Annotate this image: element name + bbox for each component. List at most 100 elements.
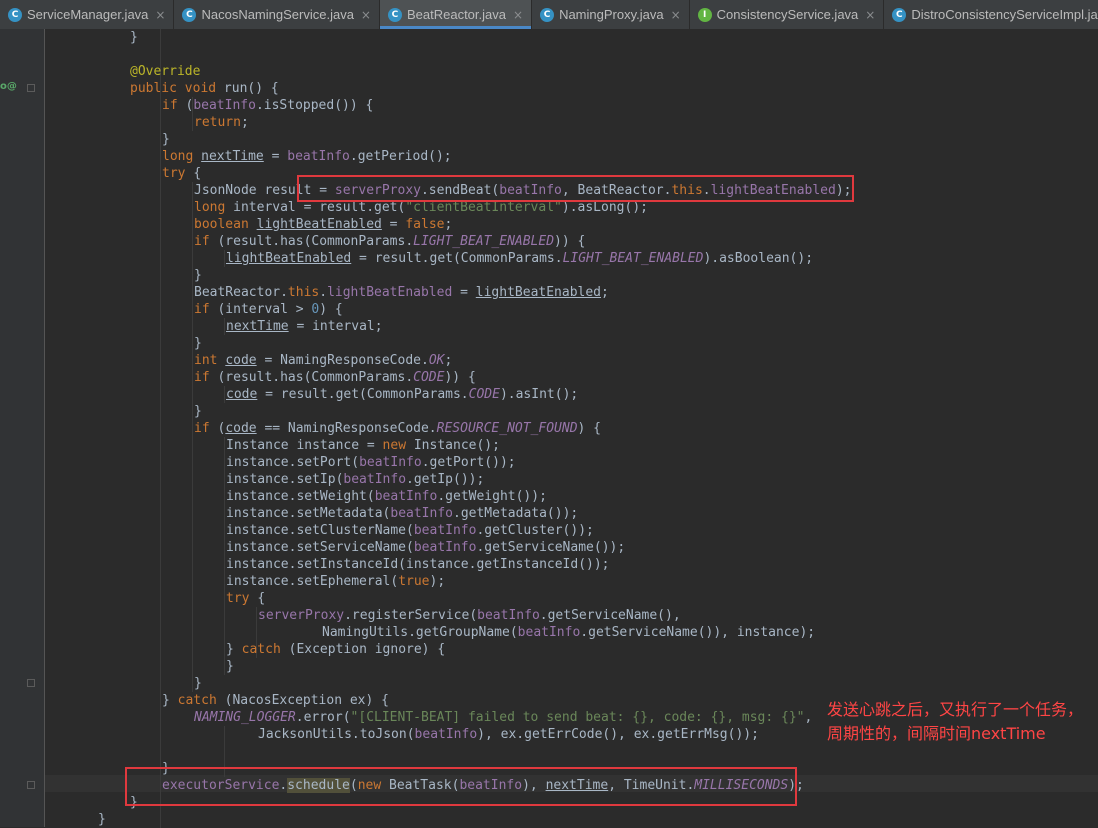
fold-marker-icon[interactable] [27, 781, 35, 789]
code-token: ).asLong(); [561, 200, 648, 215]
code-token: } [226, 642, 242, 657]
code-token: beatInfo [193, 98, 256, 113]
fold-marker-icon[interactable] [27, 84, 35, 92]
code-line[interactable]: int code = NamingResponseCode.OK; [194, 352, 452, 369]
code-line[interactable]: boolean lightBeatEnabled = false; [194, 216, 452, 233]
code-line[interactable]: if (result.has(CommonParams.CODE)) { [194, 369, 476, 386]
code-token: NAMING_LOGGER [194, 710, 296, 725]
code-token: } [130, 30, 138, 45]
code-line[interactable]: } [194, 675, 202, 692]
code-line[interactable]: BeatReactor.this.lightBeatEnabled = ligh… [194, 284, 609, 301]
code-token: .getServiceName()), instance); [580, 625, 816, 640]
code-line[interactable]: instance.setIp(beatInfo.getIp()); [226, 471, 484, 488]
override-gutter-icon[interactable]: o@ [0, 81, 17, 92]
code-line[interactable]: @Override [130, 63, 200, 80]
code-line[interactable]: } [98, 811, 106, 828]
code-token: .isStopped()) { [255, 98, 374, 113]
code-token: instance.setClusterName( [226, 523, 414, 538]
code-line[interactable]: if (code == NamingResponseCode.RESOURCE_… [194, 420, 601, 437]
code-token: = [381, 217, 406, 232]
code-line[interactable]: } [130, 29, 138, 46]
code-token: catch [241, 642, 289, 657]
code-token: code [225, 421, 257, 436]
code-token: interval = result.get( [233, 200, 406, 215]
tab-consistencyservice[interactable]: I ConsistencyService.java × [690, 0, 885, 29]
close-icon[interactable]: × [361, 8, 371, 22]
code-line[interactable]: code = result.get(CommonParams.CODE).asI… [226, 386, 578, 403]
code-line[interactable]: } [194, 403, 202, 420]
code-token: Instance(); [413, 438, 500, 453]
code-line[interactable]: if (result.has(CommonParams.LIGHT_BEAT_E… [194, 233, 585, 250]
code-line[interactable]: NAMING_LOGGER.error("[CLIENT-BEAT] faile… [194, 709, 812, 726]
tab-beatreactor[interactable]: C BeatReactor.java × [379, 0, 533, 29]
code-line[interactable]: NamingUtils.getGroupName(beatInfo.getSer… [322, 624, 815, 641]
annotation-note: 发送心跳之后，又执行了一个任务， 周期性的，间隔时间nextTime [827, 698, 1095, 746]
code-token: instance.setMetadata( [226, 506, 391, 521]
close-icon[interactable]: × [155, 8, 165, 22]
editor-tab-bar: C ServiceManager.java × C NacosNamingService… [0, 0, 1098, 30]
code-token: run() { [223, 81, 279, 96]
code-line[interactable]: return; [194, 114, 249, 131]
code-line[interactable]: } catch (Exception ignore) { [226, 641, 445, 658]
code-token: CODE [468, 387, 500, 402]
code-line[interactable]: instance.setPort(beatInfo.getPort()); [226, 454, 516, 471]
code-token: = NamingResponseCode. [256, 353, 429, 368]
code-token: ).asBoolean(); [703, 251, 814, 266]
code-token: ) { [319, 302, 343, 317]
code-token: ; [444, 217, 453, 232]
code-line[interactable]: } [194, 267, 202, 284]
tab-nacosnamingservice[interactable]: C NacosNamingService.java × [174, 0, 380, 29]
code-token: } [162, 693, 178, 708]
close-icon[interactable]: × [513, 8, 523, 22]
code-token: (interval > [217, 302, 312, 317]
code-token: .getServiceName(), [539, 608, 681, 623]
code-line[interactable]: instance.setWeight(beatInfo.getWeight())… [226, 488, 547, 505]
code-token: .getMetadata()); [453, 506, 579, 521]
code-token: )) { [444, 370, 476, 385]
code-line[interactable]: if (beatInfo.isStopped()) { [162, 97, 373, 114]
code-token: { [257, 591, 266, 606]
code-line[interactable]: public void run() { [130, 80, 279, 97]
code-line[interactable]: instance.setInstanceId(instance.getInsta… [226, 556, 610, 573]
code-line[interactable]: lightBeatEnabled = result.get(CommonPara… [226, 250, 813, 267]
code-token: (result.has(CommonParams. [217, 370, 414, 385]
code-line[interactable]: JacksonUtils.toJson(beatInfo), ex.getErr… [258, 726, 759, 743]
tab-distroconsistencyserviceimpl[interactable]: CDistroConsistencyServiceImpl.java× [884, 0, 1098, 29]
code-line[interactable]: instance.setMetadata(beatInfo.getMetadat… [226, 505, 578, 522]
tab-servicemanager[interactable]: C ServiceManager.java × [0, 0, 175, 29]
code-line[interactable]: serverProxy.registerService(beatInfo.get… [258, 607, 681, 624]
callout-box-schedule [125, 767, 797, 806]
code-token: long [194, 200, 234, 215]
code-token: . [319, 285, 328, 300]
class-file-icon: C [8, 7, 22, 22]
code-token: lightBeatEnabled [475, 285, 602, 300]
code-token: ); [429, 574, 446, 589]
code-line[interactable]: long nextTime = beatInfo.getPeriod(); [162, 148, 452, 165]
annotation-note-line2: 周期性的，间隔时间nextTime [827, 724, 1046, 743]
close-icon[interactable]: × [865, 8, 875, 22]
close-icon[interactable]: × [671, 8, 681, 22]
code-line[interactable]: instance.setEphemeral(true); [226, 573, 445, 590]
code-line[interactable]: } [226, 658, 234, 675]
fold-marker-icon[interactable] [27, 679, 35, 687]
code-token: } [194, 336, 202, 351]
code-line[interactable]: Instance instance = new Instance(); [226, 437, 500, 454]
code-line[interactable]: } [194, 335, 202, 352]
code-token: instance.setInstanceId(instance.getInsta… [226, 557, 610, 572]
code-line[interactable]: } catch (NacosException ex) { [162, 692, 389, 709]
code-line[interactable]: instance.setServiceName(beatInfo.getServ… [226, 539, 625, 556]
tab-namingproxy[interactable]: C NamingProxy.java × [532, 0, 690, 29]
code-line[interactable]: try { [162, 165, 201, 182]
code-line[interactable]: } [162, 131, 170, 148]
code-line[interactable]: try { [226, 590, 265, 607]
code-line[interactable]: nextTime = interval; [226, 318, 383, 335]
code-token: public void [130, 81, 224, 96]
code-token: } [226, 659, 234, 674]
code-line[interactable]: instance.setClusterName(beatInfo.getClus… [226, 522, 594, 539]
code-token: ; [240, 115, 249, 130]
code-token: new [382, 438, 414, 453]
code-token: .error( [295, 710, 351, 725]
code-line[interactable]: if (interval > 0) { [194, 301, 343, 318]
code-token: .getCluster()); [476, 523, 594, 538]
indent-guide [192, 182, 193, 692]
